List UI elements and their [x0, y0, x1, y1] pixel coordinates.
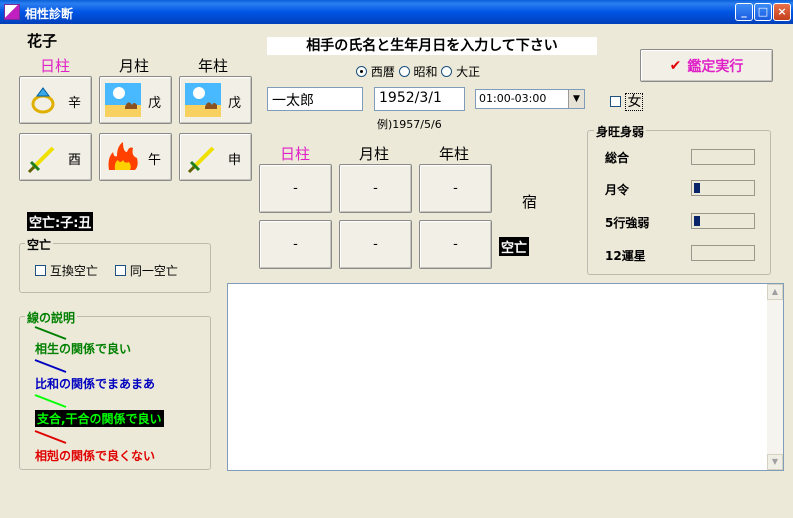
birth-time-value: 01:00-03:00 [479, 92, 547, 105]
strength-label-12-stars: 12運星 [605, 249, 646, 263]
partner-header-month-pillar: 月柱 [359, 145, 390, 163]
vertical-scrollbar[interactable]: ▲ ▼ [767, 284, 783, 470]
gender-label: 女 [625, 93, 644, 111]
radio-button[interactable] [356, 66, 367, 77]
era-radio-taisho[interactable]: 大正 [441, 65, 480, 79]
checkbox-label: 互換空亡 [49, 264, 98, 278]
legend-line-blue [34, 359, 67, 373]
day-branch-text: 酉 [67, 153, 81, 168]
year-branch-text: 申 [227, 153, 241, 168]
legend-item: 相生の関係で良い [35, 342, 132, 356]
partner-month-branch-button[interactable]: - [339, 220, 412, 269]
year-stem-button[interactable]: 戊 [179, 76, 252, 124]
day-stem-text: 辛 [67, 96, 81, 111]
day-stem-button[interactable]: 辛 [19, 76, 92, 124]
sword-icon [27, 146, 55, 174]
run-button-label: 鑑定実行 [687, 58, 744, 75]
shuku-label: 宿 [522, 193, 538, 211]
legend-line-lime [34, 394, 67, 408]
kuubou-checkbox-2[interactable]: 同一空亡 [115, 262, 178, 279]
radio-button[interactable] [398, 66, 410, 77]
strength-label-month: 月令 [605, 183, 630, 197]
month-stem-text: 戊 [147, 96, 161, 111]
minimize-button[interactable]: _ [735, 3, 753, 21]
chevron-down-icon[interactable]: ▼ [568, 90, 584, 108]
header-month-pillar: 月柱 [119, 57, 150, 75]
month-branch-button[interactable]: 午 [99, 133, 172, 181]
strength-meter-five-elements [691, 213, 755, 229]
partner-day-branch-button[interactable]: - [259, 220, 332, 269]
checkbox-box[interactable] [35, 265, 46, 276]
birth-time-select[interactable]: 01:00-03:00 ▼ [475, 89, 585, 109]
result-textarea[interactable]: ▲ ▼ [227, 283, 784, 471]
legend-item: 支合,干合の関係で良い [35, 410, 164, 427]
radio-button[interactable] [441, 66, 453, 77]
partner-header-year-pillar: 年柱 [439, 145, 470, 163]
run-button[interactable]: ✔ 鑑定実行 [640, 49, 773, 82]
scroll-down-icon[interactable]: ▼ [767, 454, 783, 470]
name-input[interactable]: 一太郎 [267, 87, 363, 111]
legend-line-red [34, 430, 67, 444]
gender-checkbox[interactable]: 女 [610, 91, 644, 111]
camel-sun-icon [185, 83, 221, 117]
day-branch-button[interactable]: 酉 [19, 133, 92, 181]
era-radio-group: 西暦 昭和 大正 [356, 63, 480, 80]
partner-month-stem-button[interactable]: - [339, 164, 412, 213]
ring-icon [31, 87, 55, 114]
strength-group-title: 身旺身弱 [594, 123, 647, 140]
checkbox-box[interactable] [115, 265, 126, 276]
partner-header-day-pillar: 日柱 [280, 145, 311, 163]
app-icon [4, 4, 20, 20]
strength-label-total: 総合 [605, 151, 630, 165]
month-stem-button[interactable]: 戊 [99, 76, 172, 124]
partner-year-stem-button[interactable]: - [419, 164, 492, 213]
scroll-up-icon[interactable]: ▲ [767, 284, 783, 300]
date-example: 例)1957/5/6 [377, 118, 442, 131]
sword-icon [187, 146, 215, 174]
checkbox-label: 同一空亡 [129, 264, 178, 278]
check-icon: ✔ [669, 57, 682, 74]
window-title: 相性診断 [25, 7, 74, 21]
maximize-button[interactable]: □ [754, 3, 772, 21]
era-radio-showa[interactable]: 昭和 [398, 65, 438, 79]
strength-meter-month [691, 180, 755, 196]
strength-meter-12-stars [691, 245, 755, 261]
legend-line-green [34, 326, 67, 340]
kuubou-checkbox-1[interactable]: 互換空亡 [35, 262, 98, 279]
kuubou-label: 空亡:子:丑 [27, 212, 94, 231]
input-prompt: 相手の氏名と生年月日を入力して下さい [267, 37, 597, 55]
person-name: 花子 [27, 32, 58, 50]
year-stem-text: 戊 [227, 96, 241, 111]
partner-year-branch-button[interactable]: - [419, 220, 492, 269]
strength-label-five-elements: 5行強弱 [605, 216, 650, 230]
legend-group-title: 線の説明 [25, 309, 78, 326]
legend-item: 相剋の関係で良くない [35, 449, 156, 463]
year-branch-button[interactable]: 申 [179, 133, 252, 181]
era-radio-seireki[interactable]: 西暦 [356, 65, 395, 79]
title-bar: 相性診断 _ □ × [0, 0, 793, 24]
radio-label: 大正 [456, 65, 481, 79]
kuubou-group-title: 空亡 [25, 236, 54, 253]
strength-meter-total [691, 149, 755, 165]
radio-label: 昭和 [413, 65, 438, 79]
header-day-pillar: 日柱 [40, 57, 71, 75]
header-year-pillar: 年柱 [198, 57, 229, 75]
radio-label: 西暦 [370, 65, 395, 79]
partner-kuubou-label: 空亡 [499, 237, 530, 256]
birthdate-input[interactable]: 1952/3/1 [374, 87, 465, 111]
fire-icon [108, 142, 138, 170]
month-branch-text: 午 [147, 153, 161, 168]
close-button[interactable]: × [773, 3, 791, 21]
checkbox-box[interactable] [610, 96, 621, 107]
partner-day-stem-button[interactable]: - [259, 164, 332, 213]
camel-sun-icon [105, 83, 141, 117]
legend-item: 比和の関係でまあまあ [35, 377, 156, 391]
